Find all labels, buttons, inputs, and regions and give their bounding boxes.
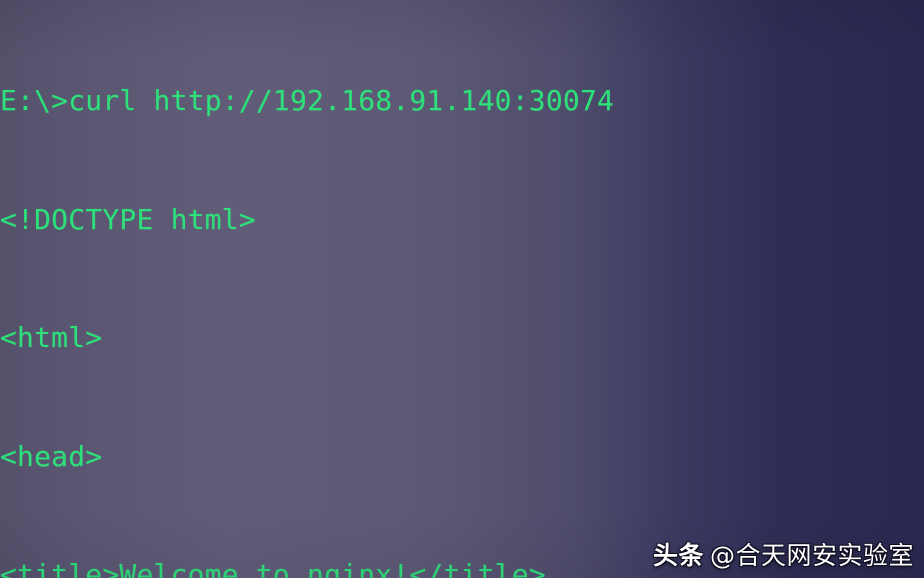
watermark-brand: 头条: [652, 541, 704, 570]
terminal-line-prompt: E:\>curl http://192.168.91.140:30074: [0, 84, 615, 117]
terminal-output[interactable]: E:\>curl http://192.168.91.140:30074 <!D…: [0, 0, 924, 578]
terminal-line-doctype: <!DOCTYPE html>: [0, 202, 256, 236]
terminal-line-head-open: <head>: [0, 439, 103, 473]
watermark: 头条 @合天网安实验室: [653, 536, 914, 572]
terminal-line-html-open: <html>: [0, 321, 103, 354]
terminal-window: E:\>curl http://192.168.91.140:30074 <!D…: [0, 0, 924, 578]
watermark-handle: @合天网安实验室: [709, 541, 914, 570]
